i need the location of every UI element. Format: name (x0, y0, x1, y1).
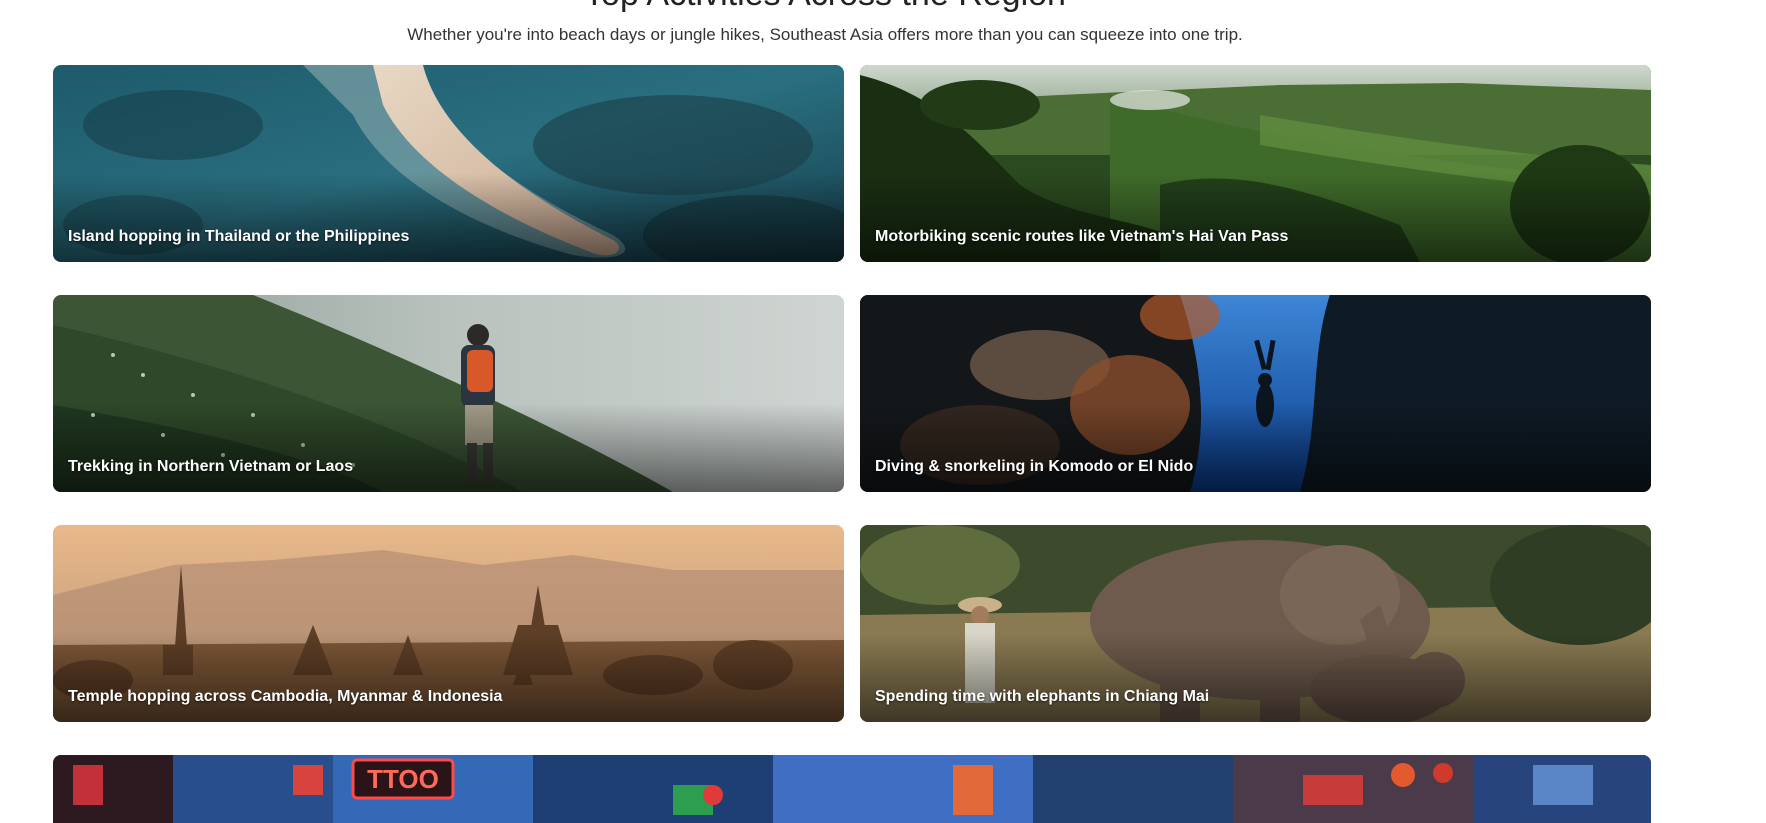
activity-card-elephants[interactable]: Spending time with elephants in Chiang M… (860, 525, 1651, 722)
activity-label: Trekking in Northern Vietnam or Laos (68, 458, 354, 475)
neon-sign-text: TTOO (367, 764, 439, 794)
activity-card-diving[interactable]: Diving & snorkeling in Komodo or El Nido (860, 295, 1651, 492)
activity-label: Temple hopping across Cambodia, Myanmar … (68, 688, 503, 705)
activity-card-temple-hopping[interactable]: Temple hopping across Cambodia, Myanmar … (53, 525, 844, 722)
activity-card-island-hopping[interactable]: Island hopping in Thailand or the Philip… (53, 65, 844, 262)
activities-section: Top Activities Across the Region Whether… (0, 0, 1766, 823)
activity-card-nightlife[interactable]: TTOO (53, 755, 1651, 823)
section-title: Top Activities Across the Region (0, 0, 1650, 14)
activity-card-motorbiking[interactable]: Motorbiking scenic routes like Vietnam's… (860, 65, 1651, 262)
section-subtitle: Whether you're into beach days or jungle… (407, 25, 1243, 44)
activity-label: Diving & snorkeling in Komodo or El Nido (875, 458, 1194, 475)
activity-label: Island hopping in Thailand or the Philip… (68, 228, 410, 245)
activity-label: Motorbiking scenic routes like Vietnam's… (875, 228, 1289, 245)
activity-card-trekking[interactable]: Trekking in Northern Vietnam or Laos (53, 295, 844, 492)
activity-label: Spending time with elephants in Chiang M… (875, 688, 1210, 705)
neon-street-image: TTOO (53, 755, 1651, 823)
